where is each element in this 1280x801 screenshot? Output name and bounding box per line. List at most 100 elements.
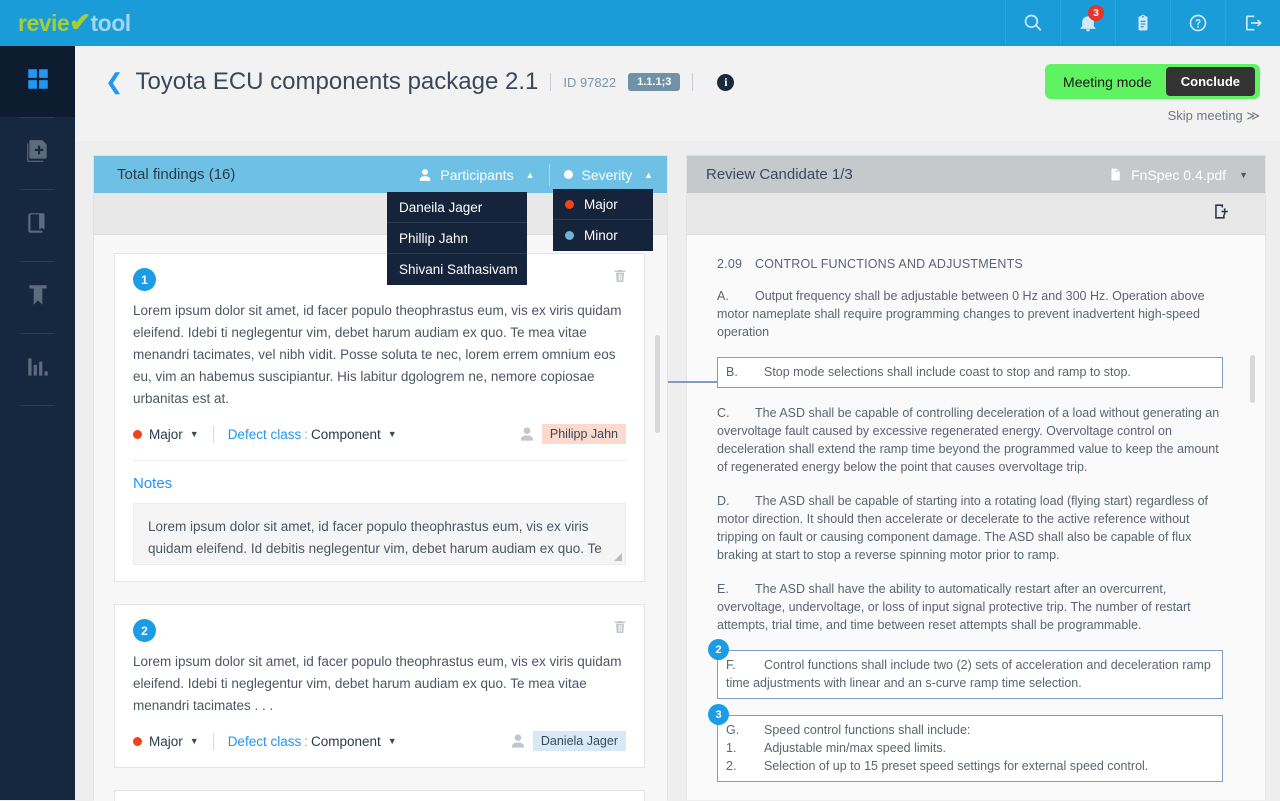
filter-severity[interactable]: Severity ▲ (550, 156, 668, 193)
page-header: ❮ Toyota ECU components package 2.1 ID 9… (75, 46, 1280, 141)
finding-assignee[interactable]: Philipp Jahn (519, 424, 626, 444)
top-bar: revie ✔ tool 3 (0, 0, 1280, 46)
item-label: C. (717, 406, 730, 420)
finding-severity: Major (149, 733, 183, 749)
document-content[interactable]: 2.09 CONTROL FUNCTIONS AND ADJUSTMENTS A… (687, 235, 1265, 800)
document-panel-header: Review Candidate 1/3 FnSpec 0.4.pdf ▼ (687, 156, 1265, 193)
delete-finding-icon[interactable] (612, 619, 628, 640)
finding-marker-badge[interactable]: 2 (708, 639, 729, 660)
clipboard-icon[interactable] (1115, 0, 1170, 46)
severity-option-label: Major (584, 196, 618, 212)
filter-participants[interactable]: Participants ▲ (404, 156, 548, 193)
finding-severity: Major (149, 426, 183, 442)
document-item-a: A. Output frequency shall be adjustable b… (717, 287, 1223, 341)
severity-option-minor[interactable]: Minor (553, 220, 653, 251)
delete-finding-icon[interactable] (612, 268, 628, 289)
page-title: Toyota ECU components package 2.1 (135, 68, 539, 95)
finding-document-connector (668, 381, 718, 383)
participants-dropdown-menu[interactable]: Daneila Jager Phillip Jahn Shivani Satha… (387, 192, 527, 285)
finding-card[interactable]: 1 Lorem ipsum dolor sit amet, id facer p… (114, 253, 645, 582)
meta-divider (212, 425, 214, 443)
document-plus-icon (25, 138, 51, 169)
chevron-up-icon: ▲ (525, 169, 535, 180)
item-label: B. (726, 365, 738, 379)
notes-title: Notes (133, 475, 173, 492)
findings-panel-header: Total findings (16) Participants ▲ Sever… (94, 156, 667, 193)
participants-option[interactable]: Shivani Sathasivam (387, 254, 527, 285)
scrollbar-thumb[interactable] (1250, 355, 1255, 403)
info-icon[interactable]: i (717, 73, 735, 91)
finding-text: Lorem ipsum dolor sit amet, id facer pop… (133, 303, 622, 406)
section-title: CONTROL FUNCTIONS AND ADJUSTMENTS (755, 257, 1023, 271)
document-panel: Review Candidate 1/3 FnSpec 0.4.pdf ▼ 2.… (686, 155, 1266, 800)
document-item-g-highlight[interactable]: 3 G. Speed control functions shall includ… (708, 704, 1223, 782)
chevron-down-icon[interactable]: ▼ (388, 736, 397, 746)
chevron-up-icon: ▲ (644, 169, 653, 180)
notes-textarea[interactable]: Lorem ipsum dolor sit amet, id facer pop… (133, 503, 626, 565)
defect-class-label: Defect class (227, 426, 302, 442)
search-icon[interactable] (1005, 0, 1060, 46)
back-chevron-icon[interactable]: ❮ (105, 71, 123, 93)
item-label: F. (726, 658, 736, 672)
severity-dropdown-menu[interactable]: Major Minor (553, 189, 653, 251)
finding-assignee[interactable]: Daniela Jager (510, 731, 626, 751)
app-logo[interactable]: revie ✔ tool (18, 6, 131, 39)
logout-icon[interactable] (1225, 0, 1280, 46)
help-icon[interactable] (1170, 0, 1225, 46)
chevron-down-icon[interactable]: ▼ (388, 429, 397, 439)
document-file-selector[interactable]: FnSpec 0.4.pdf ▼ (1108, 166, 1248, 183)
finding-text: Lorem ipsum dolor sit amet, id facer pop… (133, 654, 622, 713)
scrollbar-thumb[interactable] (655, 335, 660, 433)
document-toolbar (687, 193, 1265, 235)
sidebar-item-add-document[interactable] (0, 118, 75, 189)
severity-dot-icon (133, 736, 142, 746)
severity-option-label: Minor (584, 228, 618, 243)
subitem-text: Selection of up to 15 preset speed setti… (764, 759, 1149, 773)
finding-meta: Major ▼ Defect class : Component ▼ Danie… (133, 731, 626, 751)
header-divider-1 (550, 73, 552, 91)
participants-option[interactable]: Daneila Jager (387, 192, 527, 223)
item-label: A. (717, 289, 729, 303)
bar-chart-icon (25, 354, 51, 385)
chevron-down-icon[interactable]: ▼ (190, 429, 199, 439)
finding-meta: Major ▼ Defect class : Component ▼ Phili… (133, 424, 626, 444)
filter-participants-label: Participants (440, 166, 514, 183)
document-item-f-highlight[interactable]: 2 F. Control functions shall include two … (708, 639, 1223, 699)
defect-class-value: Component (310, 733, 381, 749)
document-scrollbar[interactable] (1250, 355, 1255, 775)
findings-list[interactable]: 1 Lorem ipsum dolor sit amet, id facer p… (94, 235, 667, 801)
item-text: Output frequency shall be adjustable bet… (717, 289, 1205, 339)
participants-option[interactable]: Phillip Jahn (387, 223, 527, 254)
assignee-name: Daniela Jager (532, 731, 626, 751)
severity-option-major[interactable]: Major (553, 189, 653, 220)
severity-dot-icon (563, 170, 573, 179)
finding-marker-badge[interactable]: 3 (708, 704, 729, 725)
logo-check-icon: ✔ (69, 6, 91, 37)
meeting-mode-label: Meeting mode (1063, 73, 1152, 90)
resize-handle[interactable] (614, 553, 622, 561)
section-number: 2.09 (717, 257, 743, 271)
skip-meeting-link[interactable]: Skip meeting ≫ (1045, 108, 1260, 124)
topbar-actions: 3 (1005, 0, 1280, 46)
bell-icon[interactable]: 3 (1060, 0, 1115, 46)
findings-scrollbar[interactable] (655, 335, 660, 795)
chevron-down-icon[interactable]: ▼ (190, 736, 199, 746)
header-divider-2 (692, 73, 694, 91)
meeting-controls: Meeting mode Conclude Skip meeting ≫ (1045, 64, 1260, 124)
findings-panel: Total findings (16) Participants ▲ Sever… (93, 155, 668, 801)
conclude-button[interactable]: Conclude (1165, 67, 1255, 96)
sidebar-item-reports[interactable] (0, 334, 75, 405)
review-candidate-label: Review Candidate 1/3 (706, 166, 853, 183)
document-item-b-highlight[interactable]: B. Stop mode selections shall include coa… (717, 357, 1223, 388)
finding-card[interactable]: 2 Lorem ipsum dolor sit amet, id facer p… (114, 604, 645, 768)
grid-icon (25, 66, 51, 97)
document-add-icon[interactable] (1212, 202, 1231, 226)
findings-filters: Participants ▲ Severity ▲ (404, 156, 667, 193)
item-text: The ASD shall have the ability to automa… (717, 582, 1191, 632)
sidebar-item-dashboard[interactable] (0, 46, 75, 117)
defect-class-separator: : (304, 426, 308, 442)
sidebar-item-library[interactable] (0, 190, 75, 261)
finding-card[interactable]: 3 (114, 790, 645, 801)
sidebar-item-bookmarks[interactable] (0, 262, 75, 333)
item-g-subline-1: 1. Adjustable min/max speed limits. (726, 739, 1214, 757)
